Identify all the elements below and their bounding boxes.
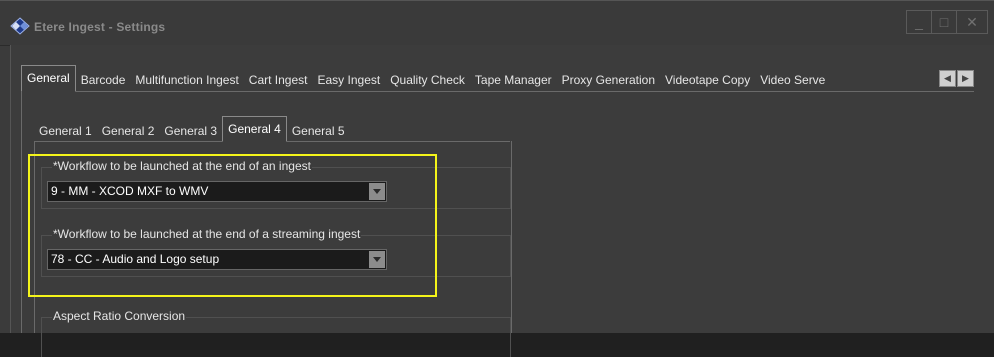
- tab-tape-manager[interactable]: Tape Manager: [470, 69, 557, 91]
- subtab-general-4[interactable]: General 4: [222, 116, 287, 142]
- streaming-workflow-label: *Workflow to be launched at the end of a…: [52, 227, 362, 241]
- tab-scroll-controls: ◀ ▶: [938, 70, 974, 87]
- aspect-ratio-group: Aspect Ratio Conversion: [41, 309, 511, 357]
- etere-app-icon: [10, 17, 30, 35]
- streaming-workflow-group: *Workflow to be launched at the end of a…: [41, 227, 511, 277]
- streaming-workflow-value: 78 - CC - Audio and Logo setup: [51, 252, 220, 266]
- sub-tab-strip: General 1 General 2 General 3 General 4 …: [34, 116, 510, 142]
- ingest-workflow-group: *Workflow to be launched at the end of a…: [41, 159, 511, 209]
- ingest-workflow-value: 9 - MM - XCOD MXF to WMV: [51, 184, 209, 198]
- subtab-general-3[interactable]: General 3: [159, 121, 222, 141]
- minimize-button[interactable]: _: [906, 10, 932, 34]
- maximize-button[interactable]: □: [931, 10, 957, 34]
- tab-cart-ingest[interactable]: Cart Ingest: [244, 69, 313, 91]
- close-button[interactable]: ✕: [956, 10, 988, 34]
- aspect-ratio-label: Aspect Ratio Conversion: [52, 309, 187, 323]
- subtab-general-2[interactable]: General 2: [97, 121, 160, 141]
- general-4-panel: *Workflow to be launched at the end of a…: [34, 141, 512, 357]
- settings-window: Etere Ingest - Settings _ □ ✕ General Ba…: [0, 0, 994, 357]
- tab-easy-ingest[interactable]: Easy Ingest: [313, 69, 386, 91]
- tab-barcode[interactable]: Barcode: [76, 69, 131, 91]
- tab-quality-check[interactable]: Quality Check: [385, 69, 470, 91]
- main-tab-strip: General Barcode Multifunction Ingest Car…: [21, 65, 974, 92]
- chevron-down-icon[interactable]: [369, 251, 385, 268]
- tab-general[interactable]: General: [21, 65, 76, 92]
- window-title: Etere Ingest - Settings: [34, 20, 166, 34]
- subtab-general-5[interactable]: General 5: [287, 121, 350, 141]
- window-controls: _ □ ✕: [906, 10, 988, 34]
- ingest-workflow-label: *Workflow to be launched at the end of a…: [52, 159, 312, 173]
- tab-videotape-copy[interactable]: Videotape Copy: [660, 69, 755, 91]
- tab-video-server[interactable]: Video Serve: [755, 69, 829, 91]
- ingest-workflow-select[interactable]: 9 - MM - XCOD MXF to WMV: [47, 181, 387, 202]
- streaming-workflow-select[interactable]: 78 - CC - Audio and Logo setup: [47, 249, 387, 270]
- tab-proxy-generation[interactable]: Proxy Generation: [557, 69, 660, 91]
- chevron-down-icon[interactable]: [369, 183, 385, 200]
- scroll-left-icon[interactable]: ◀: [939, 70, 956, 87]
- title-bar[interactable]: Etere Ingest - Settings _ □ ✕: [0, 1, 994, 46]
- scroll-right-icon[interactable]: ▶: [957, 70, 974, 87]
- settings-content: General Barcode Multifunction Ingest Car…: [10, 45, 994, 357]
- subtab-general-1[interactable]: General 1: [34, 121, 97, 141]
- general-tab-panel: General 1 General 2 General 3 General 4 …: [21, 91, 994, 357]
- tab-multifunction-ingest[interactable]: Multifunction Ingest: [130, 69, 243, 91]
